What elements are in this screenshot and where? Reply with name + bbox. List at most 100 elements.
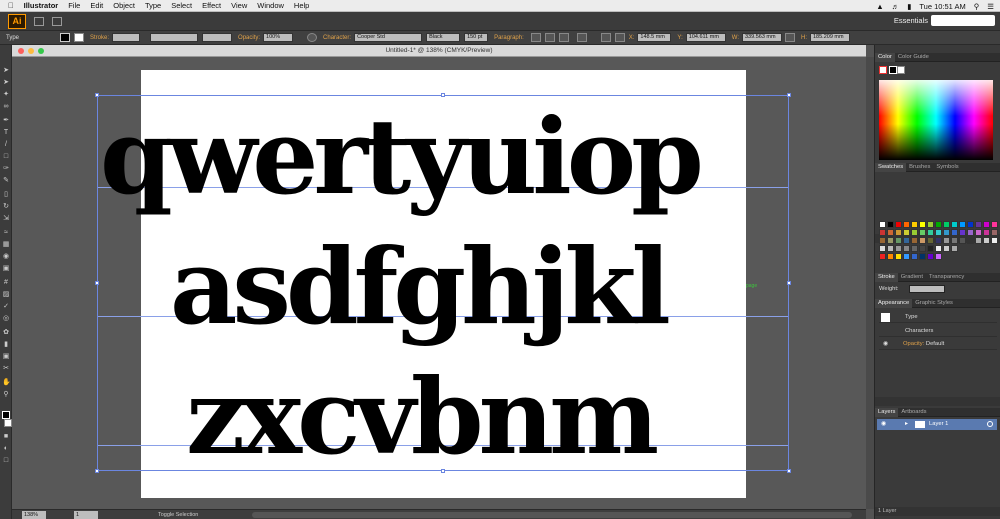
lasso-tool-icon[interactable]: ∞ (2, 103, 10, 111)
layer-name[interactable]: Layer 1 (929, 419, 948, 430)
volume-icon[interactable]: ♬ (892, 2, 900, 11)
stroke-weight-input[interactable] (909, 285, 945, 293)
menu-select[interactable]: Select (171, 1, 192, 10)
color-swatch[interactable] (951, 237, 958, 244)
tab-graphic-styles[interactable]: Graphic Styles (912, 300, 956, 306)
menu-window[interactable]: Window (257, 1, 284, 10)
reference-point-icon[interactable] (614, 33, 625, 42)
color-swatch[interactable] (895, 221, 902, 228)
color-swatch[interactable] (911, 221, 918, 228)
color-swatch[interactable] (991, 221, 998, 228)
stroke-color-icon[interactable] (4, 419, 12, 427)
color-swatch[interactable] (887, 221, 894, 228)
color-swatch[interactable] (975, 221, 982, 228)
tab-symbols[interactable]: Symbols (933, 164, 961, 170)
stroke-swatch[interactable] (74, 33, 85, 42)
rectangle-tool-icon[interactable]: □ (2, 153, 10, 161)
layer-row[interactable]: ◉ ▸ Layer 1 (877, 419, 997, 430)
line-tool-icon[interactable]: / (2, 141, 10, 149)
tab-color-guide[interactable]: Color Guide (895, 54, 932, 60)
rotate-tool-icon[interactable]: ↻ (2, 203, 10, 211)
pencil-tool-icon[interactable]: ✎ (2, 177, 10, 185)
color-swatch[interactable] (919, 221, 926, 228)
workspace-switcher[interactable]: Essentials (894, 16, 928, 25)
color-swatch[interactable] (919, 245, 926, 252)
column-graph-tool-icon[interactable]: ▮ (2, 341, 10, 349)
color-swatch[interactable] (911, 229, 918, 236)
color-swatch[interactable] (879, 253, 886, 260)
fill-color-icon[interactable] (2, 411, 10, 419)
color-swatch[interactable] (919, 229, 926, 236)
drawing-mode-icon[interactable]: ◐ (2, 445, 10, 453)
direct-selection-tool-icon[interactable]: ➤ (2, 79, 10, 87)
constrain-proportions-icon[interactable] (785, 33, 795, 42)
color-swatch[interactable] (879, 237, 886, 244)
color-swatch[interactable] (927, 229, 934, 236)
opacity-field[interactable]: 100% (263, 33, 294, 42)
color-swatch[interactable] (879, 221, 886, 228)
tab-swatches[interactable]: Swatches (875, 162, 907, 172)
paragraph-label[interactable]: Paragraph: (494, 35, 524, 41)
color-swatch[interactable] (991, 237, 998, 244)
layer-target-icon[interactable] (987, 421, 993, 427)
color-swatch[interactable] (879, 245, 886, 252)
h-field[interactable]: 185.209 mm (810, 33, 850, 42)
font-family-field[interactable]: Cooper Std (354, 33, 423, 42)
white-color-icon[interactable] (897, 66, 905, 74)
color-swatch[interactable] (951, 221, 958, 228)
color-swatch[interactable] (911, 253, 918, 260)
color-swatch[interactable] (935, 253, 942, 260)
resize-handle-bottom-left[interactable] (95, 469, 99, 473)
gradient-tool-icon[interactable]: ▨ (2, 291, 10, 299)
expand-layer-chevron-icon[interactable]: ▸ (905, 419, 908, 430)
appearance-opacity-label[interactable]: Opacity: (903, 341, 924, 347)
resize-handle-left[interactable] (95, 281, 99, 285)
pen-tool-icon[interactable]: ✒ (2, 117, 10, 125)
transform-panel-icon[interactable] (576, 33, 587, 42)
document-canvas[interactable]: qwertyuiop asdfghjkl zxcvbnm page (12, 57, 866, 509)
color-swatch[interactable] (887, 237, 894, 244)
notification-icon[interactable]: ☰ (987, 2, 994, 11)
color-swatch[interactable] (983, 229, 990, 236)
appearance-type-row[interactable]: Type (879, 311, 997, 323)
y-field[interactable]: 104.611 mm (685, 33, 726, 42)
artboard-navigation-field[interactable]: 1 (74, 511, 98, 519)
selection-bounding-box[interactable] (95, 93, 791, 473)
color-swatch[interactable] (967, 229, 974, 236)
color-mode-icon[interactable]: ■ (2, 433, 10, 441)
color-swatch[interactable] (911, 237, 918, 244)
stroke-weight-field[interactable] (112, 33, 141, 42)
color-swatch[interactable] (943, 237, 950, 244)
color-swatch[interactable] (903, 229, 910, 236)
color-swatch[interactable] (951, 245, 958, 252)
color-swatch[interactable] (959, 221, 966, 228)
type-tool-icon[interactable]: T (2, 129, 10, 137)
screen-mode-icon[interactable]: □ (2, 457, 10, 465)
color-swatch[interactable] (903, 253, 910, 260)
vertical-scrollbar[interactable] (866, 57, 874, 509)
blend-tool-icon[interactable]: ◎ (2, 315, 10, 323)
zoom-tool-icon[interactable]: ⚲ (2, 391, 10, 399)
recolor-icon[interactable] (307, 33, 318, 42)
color-swatch[interactable] (943, 229, 950, 236)
color-swatch[interactable] (887, 229, 894, 236)
font-style-field[interactable]: Black (426, 33, 461, 42)
bridge-icon[interactable] (34, 16, 44, 26)
color-swatch[interactable] (879, 229, 886, 236)
color-swatch[interactable] (927, 253, 934, 260)
menu-object[interactable]: Object (113, 1, 135, 10)
stroke-label[interactable]: Stroke: (90, 35, 109, 41)
color-swatch[interactable] (991, 229, 998, 236)
magic-wand-tool-icon[interactable]: ✦ (2, 91, 10, 99)
layer-visibility-eye-icon[interactable]: ◉ (881, 419, 886, 430)
font-size-field[interactable]: 150 pt (464, 33, 489, 42)
resize-handle-right[interactable] (787, 281, 791, 285)
none-color-icon[interactable] (879, 66, 887, 74)
resize-handle-top[interactable] (441, 93, 445, 97)
menubar-clock[interactable]: Tue 10:51 AM (919, 2, 965, 11)
color-swatch[interactable] (911, 245, 918, 252)
color-swatch[interactable] (935, 229, 942, 236)
eyedropper-tool-icon[interactable]: ✓ (2, 303, 10, 311)
color-swatch[interactable] (967, 237, 974, 244)
color-swatch[interactable] (895, 253, 902, 260)
